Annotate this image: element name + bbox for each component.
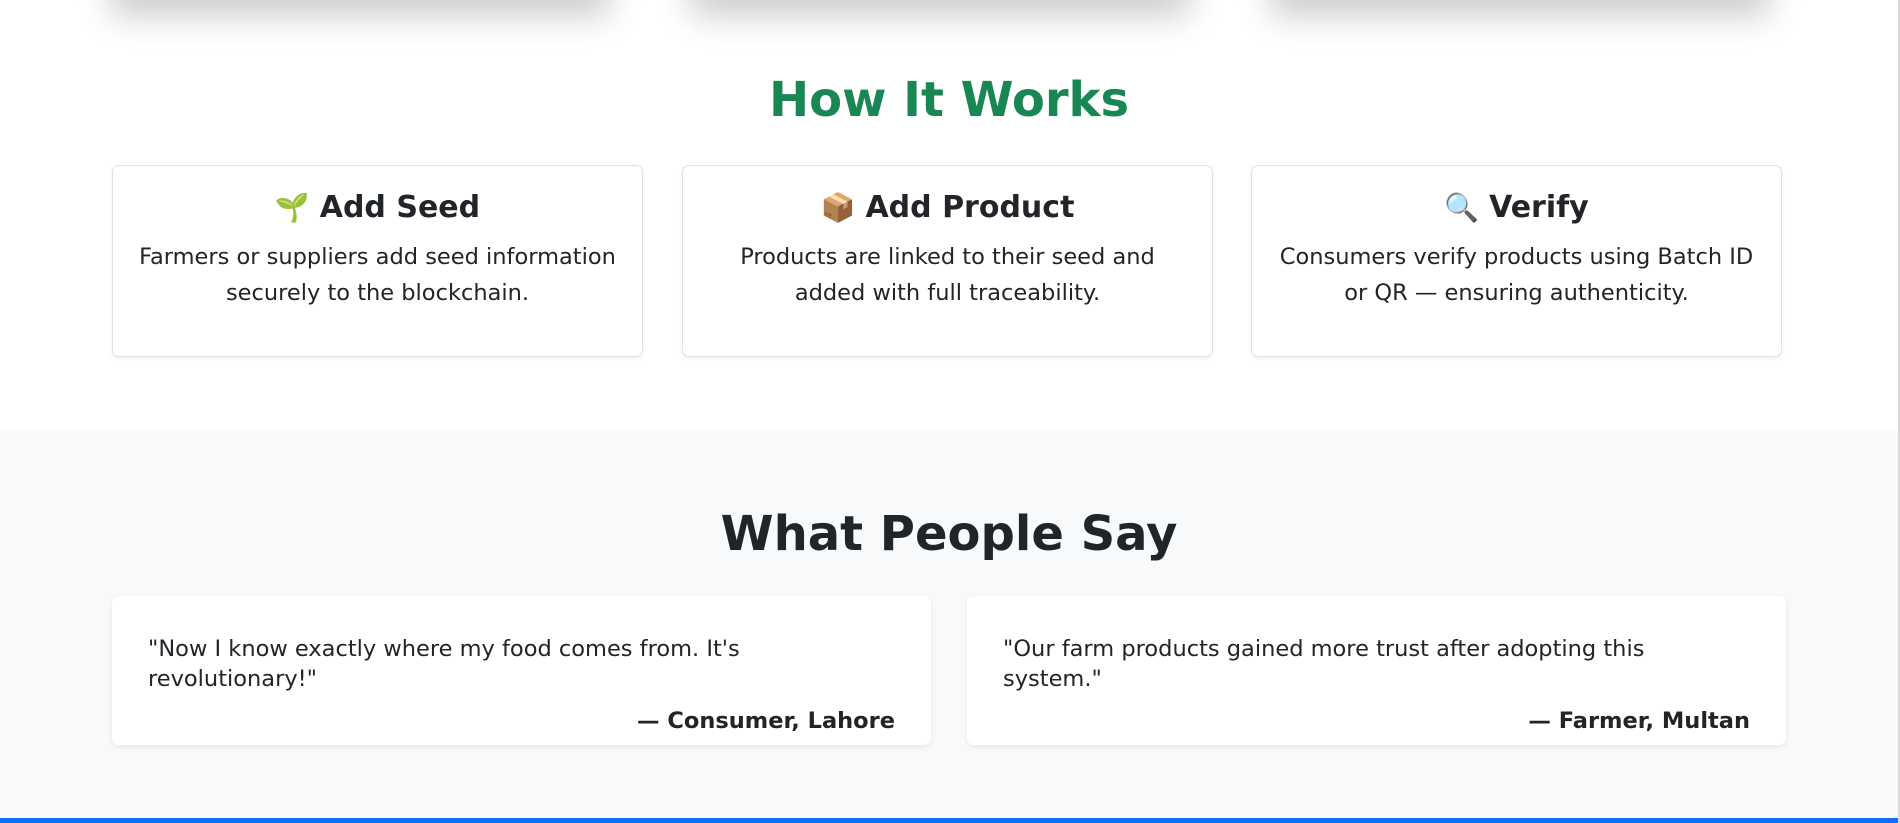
step-card-add-product: 📦 Add Product Products are linked to the… <box>682 165 1213 357</box>
seedling-icon: 🌱 <box>274 190 310 224</box>
testimonial-quote: "Our farm products gained more trust aft… <box>1003 636 1645 692</box>
step-description: Consumers verify products using Batch ID… <box>1279 244 1754 306</box>
page: How It Works 🌱 Add Seed Farmers or suppl… <box>0 0 1898 823</box>
testimonials-section: What People Say "Now I know exactly wher… <box>0 430 1898 818</box>
step-title: Verify <box>1489 190 1589 225</box>
step-title-row: 🔍 Verify <box>1252 190 1781 225</box>
step-card-add-seed: 🌱 Add Seed Farmers or suppliers add seed… <box>112 165 643 357</box>
step-title-row: 📦 Add Product <box>683 190 1212 225</box>
testimonial-card: "Now I know exactly where my food comes … <box>112 596 931 745</box>
step-card-verify: 🔍 Verify Consumers verify products using… <box>1251 165 1782 357</box>
testimonial-author: — Farmer, Multan <box>1528 708 1750 734</box>
testimonial-quote: "Now I know exactly where my food comes … <box>148 636 740 692</box>
step-description: Farmers or suppliers add seed informatio… <box>139 244 616 306</box>
testimonial-author: — Consumer, Lahore <box>637 708 895 734</box>
package-icon: 📦 <box>820 190 856 224</box>
step-title: Add Product <box>865 190 1075 225</box>
step-title: Add Seed <box>319 190 481 225</box>
how-it-works-title: How It Works <box>768 72 1130 128</box>
magnifier-icon: 🔍 <box>1444 190 1480 224</box>
step-title-row: 🌱 Add Seed <box>113 190 642 225</box>
testimonials-title: What People Say <box>720 506 1178 562</box>
footer-top-border <box>0 818 1898 823</box>
how-it-works-section: How It Works 🌱 Add Seed Farmers or suppl… <box>0 0 1898 430</box>
step-description: Products are linked to their seed and ad… <box>740 244 1155 306</box>
testimonial-card: "Our farm products gained more trust aft… <box>967 596 1786 745</box>
